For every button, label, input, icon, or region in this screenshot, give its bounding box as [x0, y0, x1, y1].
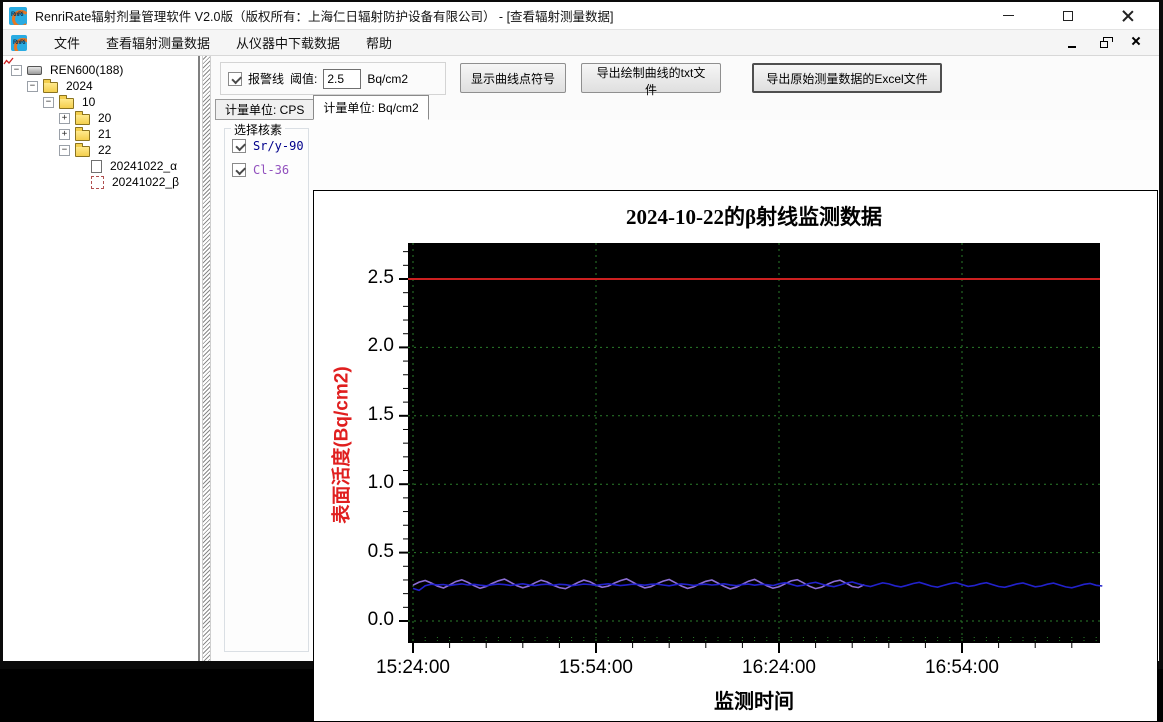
close-button[interactable]	[1115, 6, 1141, 26]
maximize-icon	[1063, 10, 1073, 21]
menu-item-3[interactable]: 帮助	[353, 30, 405, 55]
tree-row: 20241022_α	[3, 158, 198, 174]
alarm-line-groupbox: 报警线 阈值: Bq/cm2	[220, 62, 446, 95]
app-logo-icon	[9, 6, 27, 25]
mdi-minimize-button[interactable]	[1063, 35, 1081, 51]
show-curve-points-button[interactable]: 显示曲线点符号	[460, 63, 566, 93]
mdi-child-icon	[11, 34, 27, 51]
threshold-label: 阈值:	[290, 72, 318, 86]
menu-item-2[interactable]: 从仪器中下载数据	[223, 30, 353, 55]
expand-toggle-icon[interactable]: +	[59, 128, 70, 140]
nuclide-row: Sr/y-90	[232, 139, 308, 153]
folder-icon	[75, 142, 90, 157]
x-tick-label: 15:24:00	[376, 657, 450, 678]
chart-panel: 2024-10-22的β射线监测数据 表面活度(Bq/cm2) 监测时间 0.0…	[313, 190, 1158, 722]
tree-item-label[interactable]: 21	[96, 127, 113, 141]
minimize-button[interactable]	[995, 6, 1021, 26]
title-bar: RenriRate辐射剂量管理软件 V2.0版（版权所有：上海仁日辐射防护设备有…	[3, 2, 1159, 30]
tree-row: − REN600(188)	[3, 62, 198, 78]
nuclide-label: Sr/y-90	[253, 139, 304, 153]
folder-icon	[59, 94, 74, 109]
folder-icon	[75, 126, 90, 141]
maximize-button[interactable]	[1055, 6, 1081, 26]
tree-item-label[interactable]: 10	[80, 95, 97, 109]
unit-tabstrip: 计量单位: CPS 计量单位: Bq/cm2	[215, 95, 1159, 120]
mdi-restore-button[interactable]	[1095, 35, 1113, 51]
export-excel-button[interactable]: 导出原始测量数据的Excel文件	[752, 63, 942, 93]
folder-icon	[75, 110, 90, 125]
tree-row: − 2024	[3, 78, 198, 94]
tree-row: − 22	[3, 142, 198, 158]
panel-splitter[interactable]	[202, 56, 211, 661]
menu-item-1[interactable]: 查看辐射测量数据	[93, 30, 223, 55]
main-content: − REN600(188) −2024−10 +20 +21−22 20241022_α 2…	[3, 56, 1159, 722]
doc-icon	[91, 159, 102, 173]
tab-unit-bqcm2[interactable]: 计量单位: Bq/cm2	[313, 95, 429, 120]
tree-item-label[interactable]: 20241022_α	[108, 159, 179, 173]
tree-row: +20	[3, 110, 198, 126]
expand-toggle-icon[interactable]: +	[59, 112, 70, 124]
unit-bqcm2-tabpage: 选择核素 Sr/y-90 Cl-36 2024-10-22的β射线监测数据 表面活…	[211, 120, 1159, 722]
y-tick-label: 1.5	[367, 403, 394, 425]
menu-item-0[interactable]: 文件	[41, 30, 93, 55]
tree-item-label[interactable]: REN600(188)	[48, 63, 125, 77]
threshold-unit-label: Bq/cm2	[367, 71, 409, 86]
folder-icon	[43, 78, 58, 93]
chart-icon	[3, 57, 104, 189]
alarm-line-label: 报警线	[248, 72, 285, 86]
tree-row: +21	[3, 126, 198, 142]
tab-unit-cps[interactable]: 计量单位: CPS	[215, 99, 315, 120]
app-window: RenriRate辐射剂量管理软件 V2.0版（版权所有：上海仁日辐射防护设备有…	[0, 0, 1163, 722]
tree-item-label[interactable]: 20241022_β	[110, 175, 181, 189]
collapse-toggle-icon[interactable]: −	[43, 96, 54, 108]
tree-row: − 10	[3, 94, 198, 110]
alarm-line-checkbox[interactable]	[228, 71, 242, 86]
chart-canvas	[399, 243, 1103, 653]
y-tick-label: 0.5	[367, 540, 394, 562]
device-tree-panel: − REN600(188) −2024−10 +20 +21−22 20241022_α 2…	[3, 56, 200, 661]
nuclide-row: Cl-36	[232, 163, 308, 177]
nuclide-groupbox: 选择核素 Sr/y-90 Cl-36	[224, 121, 309, 652]
tree-item-label[interactable]: 2024	[64, 79, 95, 93]
y-tick-label: 1.0	[367, 472, 394, 494]
export-txt-button[interactable]: 导出绘制曲线的txt文件	[581, 63, 721, 97]
menu-bar: 文件查看辐射测量数据从仪器中下载数据帮助	[3, 30, 1159, 56]
nuclide-checkbox-0[interactable]	[232, 139, 246, 153]
collapse-toggle-icon[interactable]: −	[59, 144, 70, 156]
y-tick-label: 2.0	[367, 335, 394, 357]
mdi-restore-icon	[1100, 37, 1113, 48]
mdi-close-icon	[1131, 36, 1141, 46]
menu-items: 文件 查看辐射测量数据 从仪器中下载数据 帮助	[41, 30, 405, 55]
window-title: RenriRate辐射剂量管理软件 V2.0版（版权所有：上海仁日辐射防护设备有…	[35, 10, 614, 24]
y-tick-label: 0.0	[367, 609, 394, 630]
tree-item-label[interactable]: 22	[96, 143, 113, 157]
x-tick-label: 16:54:00	[925, 657, 999, 678]
data-view-panel: 报警线 阈值: Bq/cm2 显示曲线点符号 导出绘制曲线的txt文件 导出原始…	[211, 56, 1159, 722]
x-tick-label: 15:54:00	[559, 657, 633, 678]
nuclide-checkbox-1[interactable]	[232, 163, 246, 177]
mdi-minimize-icon	[1068, 45, 1076, 48]
device-icon	[27, 65, 42, 75]
x-tick-label: 16:24:00	[742, 657, 816, 678]
tree-row: 20241022_β	[3, 57, 198, 190]
nuclide-groupbox-title: 选择核素	[231, 121, 286, 138]
close-icon	[1122, 10, 1134, 22]
threshold-input[interactable]	[323, 68, 362, 89]
nuclide-label: Cl-36	[253, 163, 290, 177]
y-tick-label: 2.5	[367, 267, 394, 288]
minimize-icon	[1002, 14, 1014, 17]
mdi-close-button[interactable]	[1127, 35, 1145, 51]
tree-item-label[interactable]: 20	[96, 111, 113, 125]
collapse-toggle-icon[interactable]: −	[27, 80, 38, 92]
